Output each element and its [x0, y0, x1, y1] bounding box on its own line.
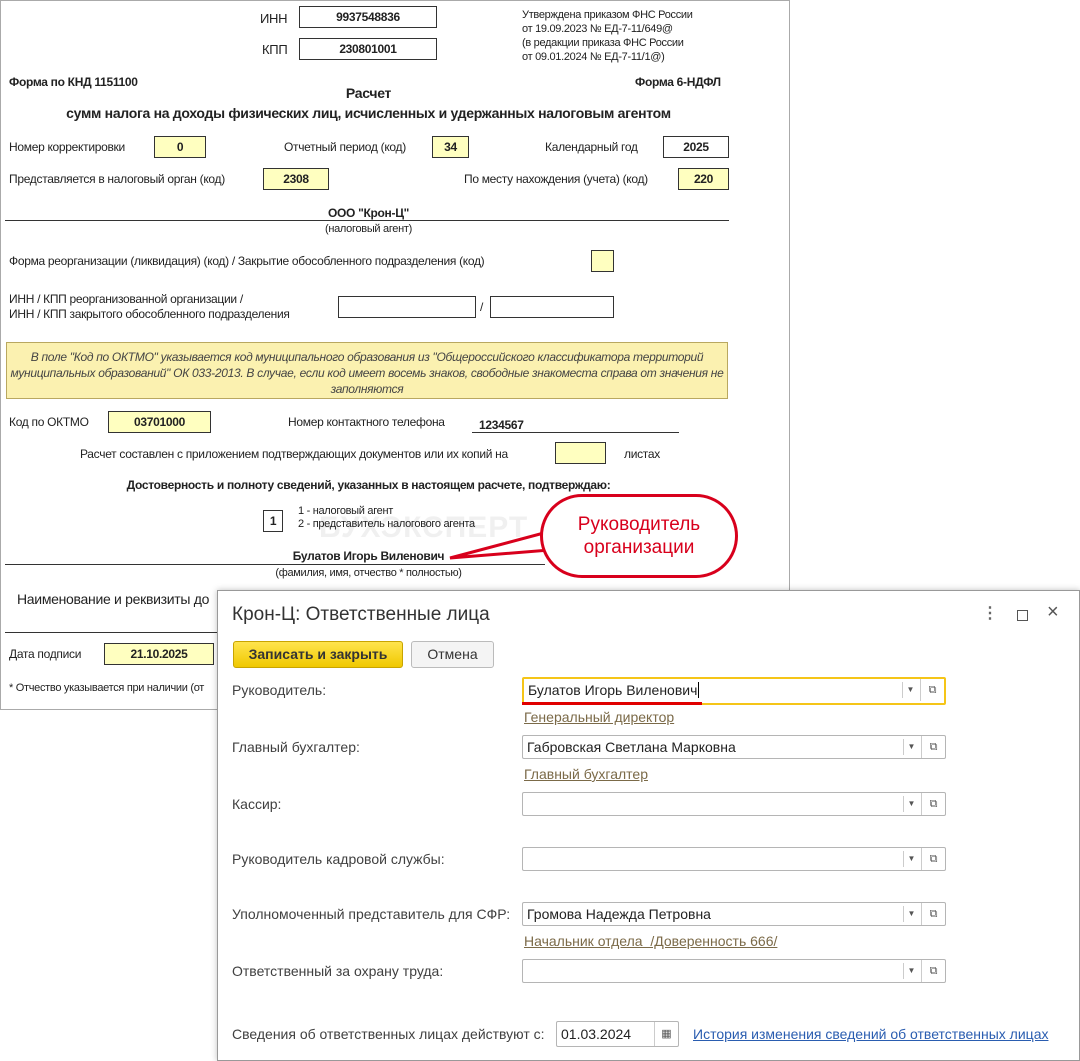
callout-bubble: Руководитель организации	[540, 494, 738, 578]
inn-label: ИНН	[260, 11, 288, 26]
form-subtitle: сумм налога на доходы физических лиц, ис…	[66, 105, 671, 121]
footnote: * Отчество указывается при наличии (от	[9, 682, 205, 694]
year-label: Календарный год	[545, 140, 638, 154]
place-value: 220	[678, 168, 729, 190]
agent-caption: (налоговый агент)	[324, 223, 413, 235]
form-title: Расчет	[345, 85, 392, 101]
open-icon[interactable]: ⧉	[921, 793, 945, 815]
cashier-field[interactable]: ▼ ⧉	[522, 792, 946, 816]
slash: /	[480, 300, 484, 314]
valid-from-date-value: 01.03.2024	[561, 1026, 632, 1042]
sheets-label: листах	[624, 447, 660, 461]
open-icon[interactable]: ⧉	[920, 679, 944, 701]
open-icon[interactable]: ⧉	[921, 736, 945, 758]
divider	[5, 220, 729, 221]
valid-from-label: Сведения об ответственных лицах действую…	[232, 1026, 545, 1042]
doc-requisites-label: Наименование и реквизиты до	[17, 591, 210, 607]
head-label: Руководитель:	[232, 682, 327, 698]
reorg-kpp-value	[490, 296, 614, 318]
year-value: 2025	[663, 136, 729, 158]
tax-org-value: 2308	[263, 168, 329, 190]
dropdown-icon[interactable]: ▼	[903, 739, 919, 755]
cancel-button[interactable]: Отмена	[411, 641, 494, 668]
approval-line: (в редакции приказа ФНС России	[522, 37, 684, 49]
oktmo-note: В поле "Код по ОКТМО" указывается код му…	[6, 342, 728, 399]
kpp-label: КПП	[262, 42, 288, 57]
approval-note: Утверждена приказом ФНС России от 19.09.…	[522, 8, 693, 64]
divider	[5, 632, 220, 633]
cashier-label: Кассир:	[232, 796, 282, 812]
reorg-inn-label-2: ИНН / КПП закрытого обособленного подраз…	[9, 307, 290, 321]
place-label: По месту нахождения (учета) (код)	[464, 172, 648, 186]
dropdown-icon[interactable]: ▼	[903, 796, 919, 812]
more-icon[interactable]: ⋮	[982, 603, 998, 623]
head-position-link[interactable]: Генеральный директор	[524, 709, 674, 725]
sfr-representative-value: Громова Надежда Петровна	[527, 906, 711, 922]
hr-head-field[interactable]: ▼ ⧉	[522, 847, 946, 871]
history-link[interactable]: История изменения сведений об ответствен…	[693, 1026, 1048, 1042]
agent-name: ООО "Крон-Ц"	[327, 206, 410, 220]
labor-safety-field[interactable]: ▼ ⧉	[522, 959, 946, 983]
approval-line: от 09.01.2024 № ЕД-7-11/1@)	[522, 51, 665, 63]
oktmo-value: 03701000	[108, 411, 211, 433]
sfr-representative-label: Уполномоченный представитель для СФР:	[232, 906, 511, 922]
inn-value: 9937548836	[299, 6, 437, 28]
open-icon[interactable]: ⧉	[921, 848, 945, 870]
sfr-representative-field[interactable]: Громова Надежда Петровна ▼ ⧉	[522, 902, 946, 926]
callout-line: организации	[583, 537, 695, 558]
chief-accountant-label: Главный бухгалтер:	[232, 739, 360, 755]
close-icon[interactable]: ×	[1047, 601, 1059, 624]
chief-accountant-value: Габровская Светлана Марковна	[527, 739, 736, 755]
dropdown-icon[interactable]: ▼	[903, 963, 919, 979]
tax-org-label: Представляется в налоговый орган (код)	[9, 172, 225, 186]
period-value: 34	[432, 136, 469, 158]
dialog-title: Крон-Ц: Ответственные лица	[232, 604, 490, 625]
phone-line	[472, 432, 679, 433]
corr-value: 0	[154, 136, 206, 158]
reorg-inn-label: ИНН / КПП реорганизованной организации /	[9, 292, 243, 306]
signer-code: 1	[263, 510, 283, 532]
kpp-value: 230801001	[299, 38, 437, 60]
dropdown-icon[interactable]: ▼	[903, 851, 919, 867]
red-underline-highlight	[522, 702, 702, 705]
dropdown-icon[interactable]: ▼	[903, 906, 919, 922]
approval-line: Утверждена приказом ФНС России	[522, 9, 693, 21]
dropdown-icon[interactable]: ▼	[902, 682, 918, 698]
reorg-label: Форма реорганизации (ликвидация) (код) /…	[9, 254, 485, 268]
open-icon[interactable]: ⧉	[921, 903, 945, 925]
corr-label: Номер корректировки	[9, 140, 125, 154]
chief-accountant-field[interactable]: Габровская Светлана Марковна ▼ ⧉	[522, 735, 946, 759]
attach-label: Расчет составлен с приложением подтвержд…	[80, 447, 508, 461]
head-value: Булатов Игорь Виленович	[528, 682, 698, 698]
calendar-icon[interactable]: ▦	[654, 1022, 678, 1046]
reorg-value	[591, 250, 614, 272]
responsible-persons-dialog: Крон-Ц: Ответственные лица ⋮ × Записать …	[217, 590, 1080, 1061]
valid-from-date-field[interactable]: 01.03.2024 ▦	[556, 1021, 679, 1047]
labor-safety-label: Ответственный за охрану труда:	[232, 963, 444, 979]
phone-label: Номер контактного телефона	[288, 415, 445, 429]
confirm-text: Достоверность и полноту сведений, указан…	[126, 478, 611, 492]
save-and-close-button[interactable]: Записать и закрыть	[233, 641, 403, 668]
hr-head-label: Руководитель кадровой службы:	[232, 851, 445, 867]
sign-date-label: Дата подписи	[9, 647, 82, 661]
reorg-inn-value	[338, 296, 476, 318]
callout-line: Руководитель	[577, 514, 701, 535]
text-cursor	[698, 682, 700, 698]
sheets-value	[555, 442, 606, 464]
approval-line: от 19.09.2023 № ЕД-7-11/649@	[522, 23, 673, 35]
oktmo-label: Код по ОКТМО	[9, 415, 89, 429]
open-icon[interactable]: ⧉	[921, 960, 945, 982]
phone-value: 1234567	[479, 418, 524, 432]
maximize-icon[interactable]	[1017, 610, 1028, 621]
period-label: Отчетный период (код)	[284, 140, 406, 154]
sfr-representative-position-link[interactable]: Начальник отдела /Доверенность 666/	[524, 933, 777, 949]
sign-date-value: 21.10.2025	[104, 643, 214, 665]
chief-accountant-position-link[interactable]: Главный бухгалтер	[524, 766, 648, 782]
head-field[interactable]: Булатов Игорь Виленович ▼ ⧉	[522, 677, 946, 705]
